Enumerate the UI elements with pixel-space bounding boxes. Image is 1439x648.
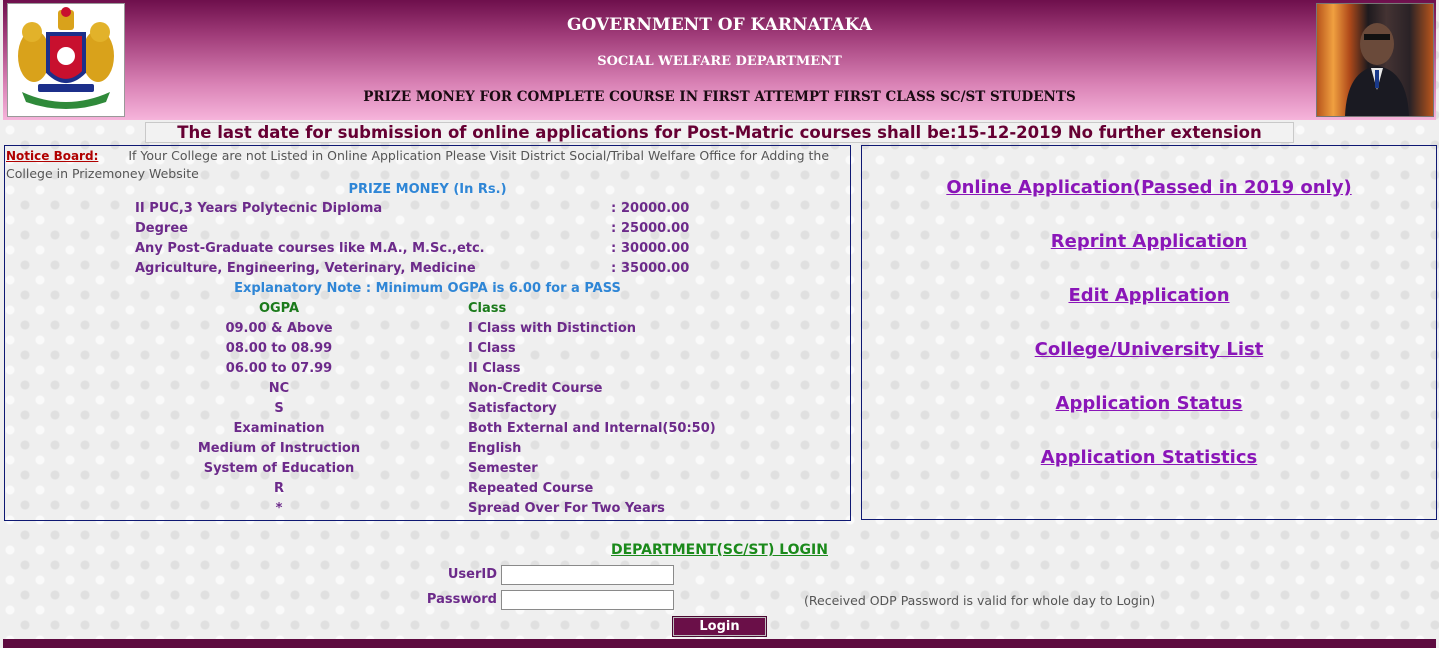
grading-class: Spread Over For Two Years [468,501,665,516]
prize-money-heading: PRIZE MONEY (In Rs.) [348,182,507,197]
application-statistics-link[interactable]: Application Statistics [862,447,1436,468]
department-login-title: DEPARTMENT(SC/ST) LOGIN [611,542,828,558]
prize-course: Any Post-Graduate courses like M.A., M.S… [135,241,485,256]
login-button[interactable]: Login [672,616,767,637]
grading-class: Both External and Internal(50:50) [468,421,716,436]
grading-row: * Spread Over For Two Years [5,501,850,521]
application-status-link[interactable]: Application Status [862,393,1436,414]
notice-board-label: Notice Board: [6,149,99,163]
grading-ogpa: S [274,401,284,416]
header-title: GOVERNMENT OF KARNATAKA [567,15,872,35]
footer-bar [3,639,1436,648]
notice-board-text: If Your College are not Listed in Online… [6,148,830,181]
edit-application-link[interactable]: Edit Application [862,285,1436,306]
prize-separator: : [611,201,617,216]
grading-row: Medium of Instruction English [5,441,850,461]
password-input[interactable] [501,590,674,610]
grading-row: 06.00 to 07.99 II Class [5,361,850,381]
prize-amount: 20000.00 [621,201,690,216]
grading-class: English [468,441,522,456]
prize-amount: 30000.00 [621,241,690,256]
grading-ogpa: Medium of Instruction [197,441,361,456]
grading-class: I Class with Distinction [468,321,637,336]
prize-course: Agriculture, Engineering, Veterinary, Me… [135,261,476,276]
header-scheme: PRIZE MONEY FOR COMPLETE COURSE IN FIRST… [363,89,1076,105]
grading-row: S Satisfactory [5,401,850,421]
grading-ogpa: R [273,481,284,496]
prize-separator: : [611,241,617,256]
prize-course: Degree [135,221,188,236]
grading-row: R Repeated Course [5,481,850,501]
password-label: Password [426,592,497,607]
online-application-link[interactable]: Online Application(Passed in 2019 only) [862,177,1436,198]
grading-class: Satisfactory [468,401,557,416]
grading-class: II Class [468,361,521,376]
odp-password-note: (Received ODP Password is valid for whol… [804,593,1156,608]
grading-ogpa: 09.00 & Above [225,321,333,336]
deadline-banner: The last date for submission of online a… [145,122,1294,143]
grading-ogpa: 08.00 to 08.99 [225,341,333,356]
grading-class: Repeated Course [468,481,594,496]
explanatory-note: Explanatory Note : Minimum OGPA is 6.00 … [234,281,621,296]
grading-class: Semester [468,461,538,476]
header-department: SOCIAL WELFARE DEPARTMENT [597,54,842,69]
notice-board: Notice Board: If Your College are not Lis… [6,147,846,182]
prize-course: II PUC,3 Years Polytecnic Diploma [135,201,383,216]
grading-header-ogpa: OGPA [258,301,300,316]
prize-amount: 35000.00 [621,261,690,276]
grading-ogpa: 06.00 to 07.99 [225,361,333,376]
grading-row: NC Non-Credit Course [5,381,850,401]
notice-panel: Notice Board: If Your College are not Lis… [4,145,851,521]
grading-class: I Class [468,341,516,356]
grading-header-class: Class [468,301,507,316]
prize-separator: : [611,261,617,276]
ambedkar-portrait-icon [1316,3,1434,117]
grading-row: 09.00 & Above I Class with Distinction [5,321,850,341]
links-panel: Online Application(Passed in 2019 only) … [861,145,1437,520]
college-university-list-link[interactable]: College/University List [862,339,1436,360]
grading-ogpa: NC [268,381,290,396]
grading-header-row: OGPA Class [5,301,850,321]
grading-row: System of Education Semester [5,461,850,481]
grading-ogpa: * [275,501,283,516]
grading-row: Examination Both External and Internal(5… [5,421,850,441]
userid-label: UserID [447,567,497,582]
userid-input[interactable] [501,565,674,585]
grading-class: Non-Credit Course [468,381,603,396]
prize-amount: 25000.00 [621,221,690,236]
grading-ogpa: System of Education [203,461,355,476]
grading-row: 08.00 to 08.99 I Class [5,341,850,361]
prize-separator: : [611,221,617,236]
site-header: GOVERNMENT OF KARNATAKA SOCIAL WELFARE D… [3,0,1436,120]
reprint-application-link[interactable]: Reprint Application [862,231,1436,252]
grading-ogpa: Examination [233,421,325,436]
